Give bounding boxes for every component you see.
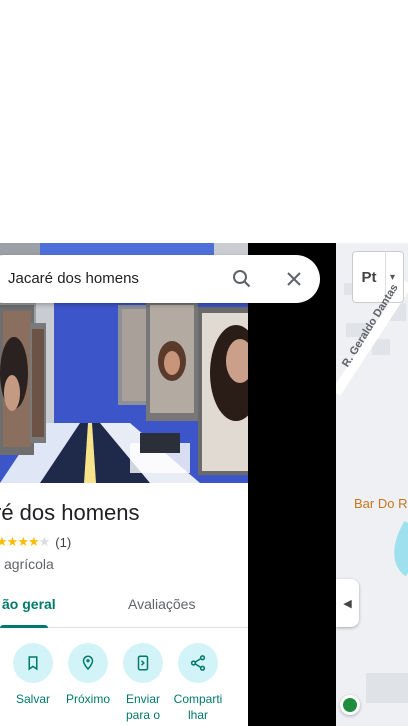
rating-count: (1)	[55, 534, 72, 550]
save-label: Salvar	[15, 692, 50, 706]
language-label: Pt	[361, 268, 377, 286]
nearby-label: Próximo	[65, 692, 110, 706]
search-input[interactable]: Jacaré dos homens	[8, 270, 139, 287]
search-box[interactable]: Jacaré dos homens	[0, 255, 320, 303]
tab-overview[interactable]: ão geral	[2, 596, 56, 612]
map-canvas[interactable]: Pt ▾ R. Geraldo Dantas Bar Do R ◀	[336, 243, 408, 726]
action-row: Salvar Próximo Enviar para o Comparti lh…	[0, 643, 248, 726]
active-tab-indicator	[0, 625, 48, 628]
star-empty-icon: ★	[38, 534, 51, 549]
nearby-button[interactable]: Próximo	[60, 643, 116, 707]
share-icon	[178, 643, 218, 683]
tab-reviews[interactable]: Avaliações	[128, 596, 195, 612]
place-category: agrícola	[4, 556, 54, 572]
send-to-phone-icon	[123, 643, 163, 683]
star-icon: ★	[0, 534, 8, 549]
bookmark-icon	[13, 643, 53, 683]
star-icon: ★	[17, 534, 29, 549]
send-to-phone-label: Enviar para o	[125, 692, 161, 722]
tab-bar: ão geral Avaliações	[0, 588, 248, 628]
poi-label[interactable]: Bar Do R	[354, 496, 407, 511]
send-to-phone-button[interactable]: Enviar para o	[115, 643, 171, 723]
place-panel: ré dos homens ★ ★ ★ ★ ★ (1) agrícola ão …	[0, 243, 248, 726]
star-icon: ★	[6, 534, 19, 549]
nearby-icon	[68, 643, 108, 683]
share-label: Comparti lhar	[173, 692, 223, 722]
map-pin-icon[interactable]	[340, 695, 360, 715]
collapse-panel-button[interactable]: ◀	[336, 579, 359, 627]
place-title: ré dos homens	[0, 500, 140, 525]
star-icon: ★	[27, 534, 40, 549]
search-icon[interactable]	[230, 267, 254, 291]
share-button[interactable]: Comparti lhar	[170, 643, 226, 723]
maps-app: ré dos homens ★ ★ ★ ★ ★ (1) agrícola ão …	[0, 0, 408, 726]
chevron-left-icon: ◀	[343, 597, 352, 610]
panel-gap	[248, 243, 336, 726]
close-icon[interactable]	[282, 267, 306, 291]
save-button[interactable]: Salvar	[5, 643, 61, 707]
rating-row[interactable]: ★ ★ ★ ★ ★ (1)	[0, 534, 71, 550]
